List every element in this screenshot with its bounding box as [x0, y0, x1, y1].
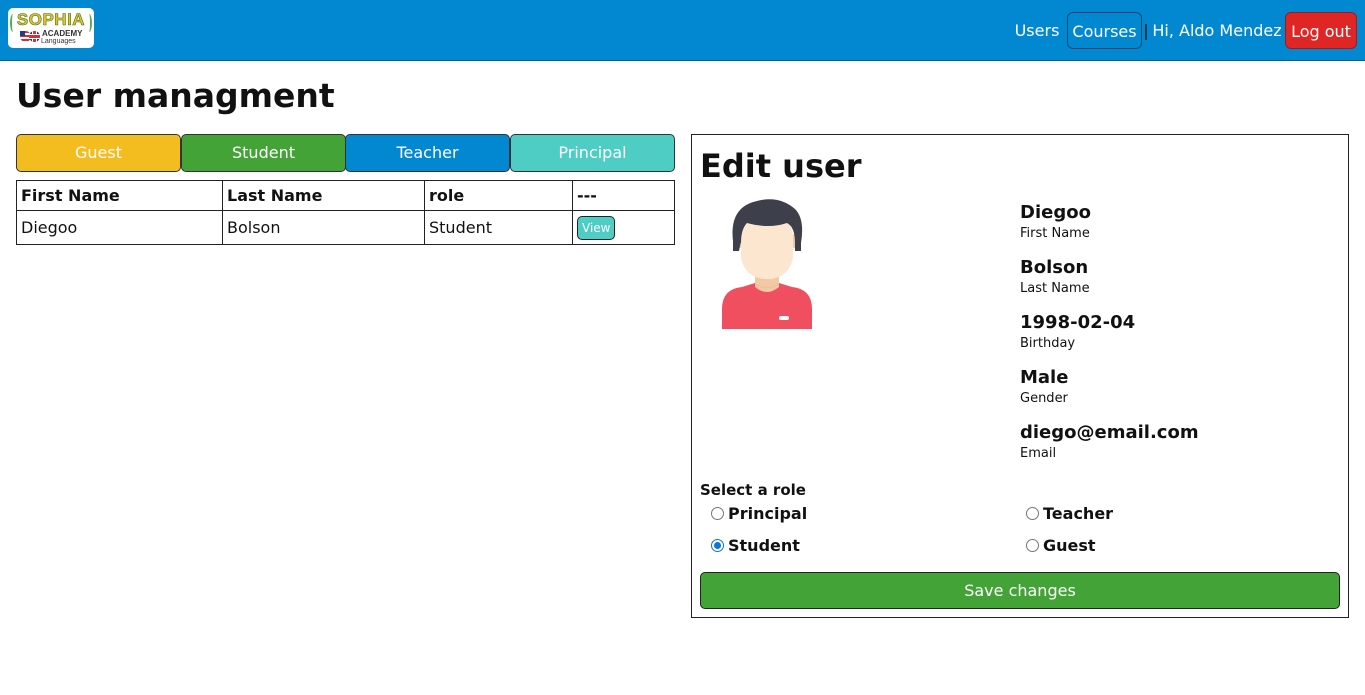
role-teacher-radio[interactable]: Teacher — [1026, 504, 1113, 523]
filter-teacher-button[interactable]: Teacher — [345, 134, 510, 172]
birthday-label: Birthday — [1020, 336, 1076, 351]
field-email: diego@email.com Email — [1020, 422, 1199, 461]
role-guest-label: Guest — [1043, 536, 1096, 555]
select-role-label: Select a role — [700, 481, 806, 499]
role-student-label: Student — [728, 536, 800, 555]
users-table: First Name Last Name role --- Diegoo Bol… — [16, 180, 675, 245]
nav-courses-link[interactable]: Courses — [1067, 12, 1142, 49]
role-principal-label: Principal — [728, 504, 808, 523]
role-teacher-label: Teacher — [1043, 504, 1114, 523]
last-name-value: Bolson — [1020, 257, 1089, 278]
header-last-name: Last Name — [222, 180, 425, 211]
edit-user-panel: Edit user Diegoo First Name Bolson Last … — [691, 134, 1349, 618]
table-header-row: First Name Last Name role --- — [16, 180, 675, 211]
cell-actions: View — [572, 210, 675, 245]
sophia-academy-logo[interactable]: SOPHIA ACADEMY Languages — [8, 8, 94, 48]
radio-checked-icon[interactable] — [711, 539, 724, 552]
header-actions: --- — [572, 180, 675, 211]
email-label: Email — [1020, 446, 1057, 461]
field-last-name: Bolson Last Name — [1020, 257, 1090, 296]
first-name-value: Diegoo — [1020, 202, 1091, 223]
top-navbar: SOPHIA ACADEMY Languages Users Courses |… — [0, 0, 1365, 61]
gender-value: Male — [1020, 367, 1069, 388]
user-greeting: Hi, Aldo Mendez — [1152, 21, 1282, 40]
gender-label: Gender — [1020, 391, 1068, 406]
table-row: Diegoo Bolson Student View — [16, 210, 675, 245]
logo-subtext: ACADEMY — [42, 29, 83, 38]
first-name-label: First Name — [1020, 226, 1090, 241]
logo-text: SOPHIA — [16, 10, 86, 30]
email-value: diego@email.com — [1020, 422, 1199, 443]
role-student-radio[interactable]: Student — [711, 536, 800, 555]
user-avatar-icon — [722, 199, 812, 329]
cell-first-name: Diegoo — [16, 210, 223, 245]
nav-separator: | — [1143, 21, 1149, 40]
nav-users-link[interactable]: Users — [1010, 12, 1064, 49]
logout-button[interactable]: Log out — [1285, 12, 1357, 49]
save-changes-button[interactable]: Save changes — [700, 572, 1340, 609]
last-name-label: Last Name — [1020, 281, 1090, 296]
uk-flag-icon — [29, 31, 40, 42]
radio-unchecked-icon[interactable] — [711, 507, 724, 520]
role-guest-radio[interactable]: Guest — [1026, 536, 1096, 555]
header-first-name: First Name — [16, 180, 223, 211]
cell-last-name: Bolson — [222, 210, 425, 245]
field-first-name: Diegoo First Name — [1020, 202, 1091, 241]
edit-user-title: Edit user — [700, 147, 862, 185]
logo-tagline: Languages — [41, 38, 76, 45]
view-user-button[interactable]: View — [577, 215, 616, 240]
filter-guest-button[interactable]: Guest — [16, 134, 181, 172]
radio-unchecked-icon[interactable] — [1026, 507, 1039, 520]
radio-unchecked-icon[interactable] — [1026, 539, 1039, 552]
filter-principal-button[interactable]: Principal — [510, 134, 675, 172]
page-title: User managment — [16, 76, 335, 115]
filter-student-button[interactable]: Student — [181, 134, 346, 172]
birthday-value: 1998-02-04 — [1020, 312, 1136, 333]
header-role: role — [424, 180, 573, 211]
field-birthday: 1998-02-04 Birthday — [1020, 312, 1135, 351]
field-gender: Male Gender — [1020, 367, 1068, 406]
cell-role: Student — [424, 210, 573, 245]
role-principal-radio[interactable]: Principal — [711, 504, 807, 523]
